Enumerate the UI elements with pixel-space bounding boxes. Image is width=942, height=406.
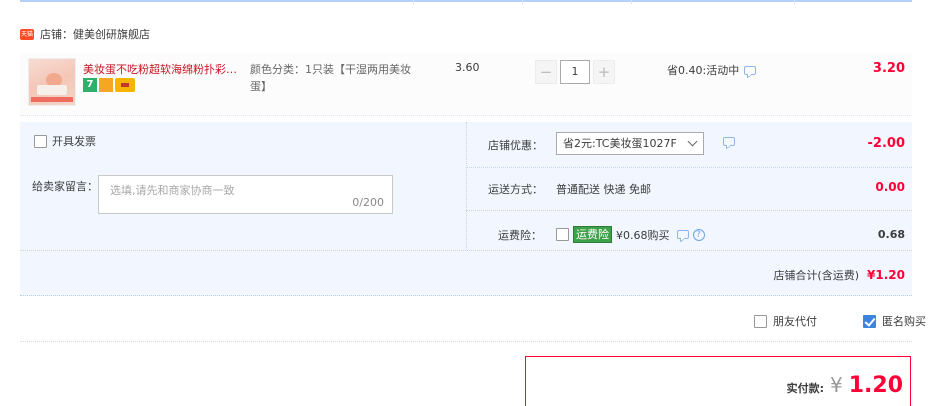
- coupon-selected-value: 省2元:TC美妆蛋1027F: [563, 137, 677, 150]
- invoice-label: 开具发票: [52, 135, 96, 148]
- shop-total: 店铺合计(含运费) ¥1.20: [773, 267, 905, 283]
- insurance-price: ¥0.68购买: [616, 228, 670, 242]
- friend-pay-label[interactable]: 朋友代付: [773, 313, 817, 329]
- promotion-text: 省0.40:活动中: [667, 64, 740, 77]
- anonymous-label[interactable]: 匿名购买: [882, 313, 926, 329]
- help-icon[interactable]: ?: [692, 228, 705, 241]
- unit-price: 3.60: [455, 61, 480, 74]
- pay-label: 实付款:: [786, 382, 824, 395]
- coupon-label: 店铺优惠：: [488, 139, 543, 152]
- promotion-info: 省0.40:活动中: [667, 62, 757, 78]
- column-separator: [794, 0, 795, 4]
- message-icon[interactable]: [723, 137, 735, 146]
- coupon-select[interactable]: 省2元:TC美妆蛋1027F: [556, 132, 704, 155]
- cart-item-row: 美妆蛋不吃粉超软海绵粉扑彩妆... 7 颜色分类：1只装【干湿两用美妆蛋】 3.…: [20, 54, 912, 116]
- shipping-label: 运送方式：: [488, 183, 543, 196]
- payment-summary: 实付款: ¥ 1.20: [525, 356, 911, 406]
- chevron-down-icon: [687, 136, 698, 147]
- insurance-option: 运费险 ¥0.68购买 ?: [556, 226, 705, 243]
- panel-divider: [466, 210, 912, 211]
- memo-placeholder: 选填,请先和商家协商一致: [110, 184, 235, 197]
- shop-total-value: ¥1.20: [867, 268, 905, 282]
- invoice-option[interactable]: 开具发票: [34, 133, 96, 149]
- product-title-link[interactable]: 美妆蛋不吃粉超软海绵粉扑彩妆...: [83, 61, 245, 77]
- shipping-method: 普通配送 快递 免邮: [556, 183, 651, 196]
- memo-char-count: 0/200: [352, 196, 384, 209]
- message-icon[interactable]: [744, 65, 757, 75]
- table-top-border: [20, 0, 912, 3]
- quantity-minus-button[interactable]: −: [535, 60, 557, 84]
- thumbnail-box-shape: [37, 85, 67, 95]
- currency-symbol: ¥: [829, 373, 843, 397]
- insurance-badge: 运费险: [573, 226, 612, 243]
- column-separator: [522, 0, 523, 4]
- service-badges: 7: [83, 78, 135, 92]
- thumbnail-banner-strip: [31, 97, 73, 102]
- coupon-amount: -2.00: [867, 136, 905, 151]
- payment-options: 朋友代付 匿名购买: [754, 313, 926, 329]
- column-separator: [631, 0, 632, 4]
- insurance-label: 运费险：: [498, 229, 542, 242]
- shop-guarantee-icon[interactable]: [99, 78, 113, 92]
- shipping-amount: 0.00: [875, 180, 905, 194]
- panel-divider: [466, 167, 912, 168]
- product-thumbnail[interactable]: [28, 58, 76, 106]
- panel-divider: [20, 250, 912, 251]
- divider: [20, 341, 912, 342]
- order-options-panel: 开具发票 给卖家留言： 选填,请先和商家协商一致 0/200 店铺优惠： 省2元…: [20, 122, 912, 296]
- friend-pay-checkbox[interactable]: [754, 314, 767, 328]
- tmall-icon: 天猫: [20, 28, 34, 40]
- shop-name[interactable]: 店铺：健美创研旗舰店: [40, 26, 150, 42]
- shop-total-label: 店铺合计(含运费): [773, 269, 860, 282]
- quantity-stepper: − 1 +: [535, 60, 615, 84]
- pay-amount: 1.20: [848, 373, 903, 398]
- memo-textarea[interactable]: 选填,请先和商家协商一致 0/200: [98, 175, 393, 214]
- quantity-input[interactable]: 1: [560, 60, 590, 84]
- seven-day-return-icon[interactable]: 7: [83, 78, 97, 92]
- anonymous-checkbox[interactable]: [863, 314, 876, 328]
- panel-divider: [466, 122, 467, 250]
- product-spec: 颜色分类：1只装【干湿两用美妆蛋】: [250, 63, 411, 93]
- credit-card-icon[interactable]: [115, 78, 135, 92]
- insurance-checkbox[interactable]: [556, 228, 569, 241]
- item-subtotal: 3.20: [872, 61, 905, 76]
- shop-header: 天猫 店铺：健美创研旗舰店: [20, 24, 150, 44]
- memo-label: 给卖家留言：: [32, 180, 98, 193]
- column-separator: [413, 0, 414, 4]
- quantity-plus-button[interactable]: +: [593, 60, 615, 84]
- message-icon[interactable]: [676, 230, 689, 239]
- invoice-checkbox[interactable]: [34, 134, 47, 148]
- insurance-amount: 0.68: [877, 228, 905, 241]
